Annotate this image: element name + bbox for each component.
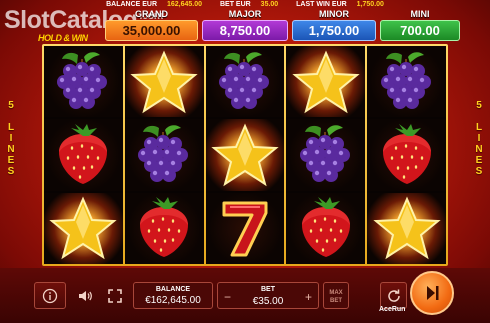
top-last-win-label: LAST WIN EUR <box>296 1 347 8</box>
jackpot-major-label: MAJOR <box>228 9 262 19</box>
strawberry-icon <box>301 197 350 258</box>
star-symbol <box>205 119 285 191</box>
jackpot-mini: MINI 700.00 <box>380 9 460 42</box>
star-icon <box>292 50 360 113</box>
seven-icon <box>222 201 268 257</box>
max-bet-button[interactable]: MAX BET <box>323 282 349 309</box>
reel-1 <box>44 46 123 264</box>
strawberry-icon <box>382 123 431 184</box>
strawberry-icon <box>59 123 108 184</box>
fullscreen-button[interactable] <box>102 282 128 309</box>
balance-value: €162,645.00 <box>145 295 201 306</box>
info-button[interactable] <box>34 282 66 309</box>
autoplay-icon <box>387 289 400 302</box>
jackpot-grand-value: 35,000.00 <box>105 20 198 41</box>
jackpot-minor-label: MINOR <box>319 9 349 19</box>
strawberry-symbol <box>286 192 366 264</box>
grapes-symbol <box>44 46 123 118</box>
spin-button[interactable] <box>410 271 454 315</box>
grapes-symbol <box>286 119 366 191</box>
top-bet-label: BET EUR <box>219 1 251 8</box>
max-bet-line2: BET <box>330 298 342 304</box>
strawberry-symbol <box>367 119 446 191</box>
reel-3 <box>205 46 285 264</box>
strawberry-symbol <box>44 119 123 191</box>
top-balance-label: BALANCE EUR <box>106 1 158 8</box>
max-bet-line1: MAX <box>329 290 343 296</box>
info-icon <box>42 288 58 303</box>
grapes-symbol <box>205 46 285 118</box>
grapes-symbol <box>124 119 204 191</box>
reel-grid <box>44 46 446 264</box>
star-icon <box>49 196 118 260</box>
seven-symbol <box>205 192 285 264</box>
jackpot-mini-label: MINI <box>410 9 430 19</box>
jackpot-major: MAJOR 8,750.00 <box>202 9 288 42</box>
jackpot-grand: GRAND 35,000.00 <box>105 9 198 42</box>
star-icon <box>130 50 198 113</box>
reel-4 <box>286 46 366 264</box>
lines-indicator-left: 5 LINES <box>7 100 15 177</box>
grapes-icon <box>380 51 431 109</box>
balance-label: BALANCE <box>155 286 191 293</box>
play-icon <box>427 286 439 300</box>
provider-logo: AceRun <box>379 306 406 313</box>
game-screen: { "watermark": {"text": "SlotCatalog", "… <box>0 0 490 323</box>
top-bet-value: 35.00 <box>260 1 279 8</box>
jackpot-grand-label: GRAND <box>135 9 168 19</box>
balance-display: BALANCE €162,645.00 <box>133 282 213 309</box>
grapes-icon <box>57 51 108 109</box>
sound-button[interactable] <box>72 282 98 309</box>
lines-indicator-right: 5 LINES <box>475 100 483 177</box>
star-symbol <box>367 192 446 264</box>
top-last-win-value: 1,750.00 <box>356 1 384 8</box>
bet-selector: − BET €35.00 + <box>217 282 319 309</box>
bet-label: BET <box>261 286 275 293</box>
reel-2 <box>124 46 204 264</box>
fullscreen-icon <box>108 288 122 303</box>
strawberry-icon <box>140 197 189 258</box>
strawberry-symbol <box>124 192 204 264</box>
star-symbol <box>286 46 366 118</box>
jackpot-mini-value: 700.00 <box>380 20 460 41</box>
jackpot-major-value: 8,750.00 <box>202 20 288 41</box>
top-balance-value: 162,645.00 <box>166 1 203 8</box>
grapes-icon <box>138 125 189 182</box>
star-symbol <box>124 46 204 118</box>
reel-5 <box>367 46 446 264</box>
star-icon <box>372 196 441 260</box>
autoplay-button[interactable] <box>380 282 407 309</box>
jackpot-minor: MINOR 1,750.00 <box>292 9 376 42</box>
hold-and-win-badge: HOLD & WIN <box>38 33 88 43</box>
grapes-icon <box>218 51 269 109</box>
grapes-symbol <box>367 46 446 118</box>
star-icon <box>211 123 279 187</box>
grapes-icon <box>299 125 350 182</box>
reels-frame <box>42 44 448 266</box>
star-symbol <box>44 192 123 264</box>
bet-increase-button[interactable]: + <box>305 290 312 304</box>
top-info-bar: BALANCE EUR 162,645.00 BET EUR 35.00 LAS… <box>0 1 490 8</box>
bet-value: €35.00 <box>252 296 284 307</box>
speaker-icon <box>79 290 92 301</box>
jackpot-minor-value: 1,750.00 <box>292 20 376 41</box>
